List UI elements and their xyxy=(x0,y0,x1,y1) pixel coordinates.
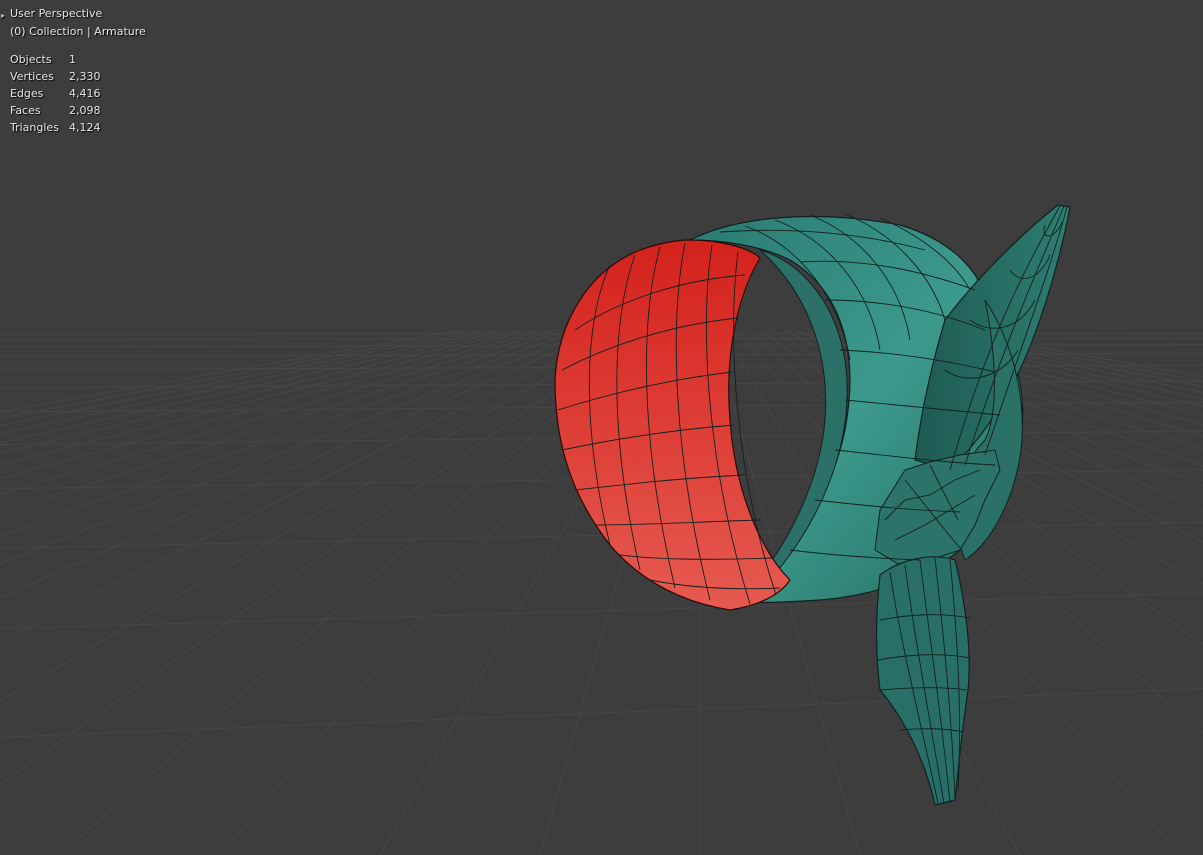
viewport-scene[interactable] xyxy=(0,0,1203,855)
mesh-object[interactable] xyxy=(554,204,1071,806)
mesh-band-red[interactable] xyxy=(554,239,791,611)
3d-viewport[interactable]: ▸ User Perspective (0) Collection | Arma… xyxy=(0,0,1203,855)
chevron-right-icon[interactable]: ▸ xyxy=(1,11,5,20)
